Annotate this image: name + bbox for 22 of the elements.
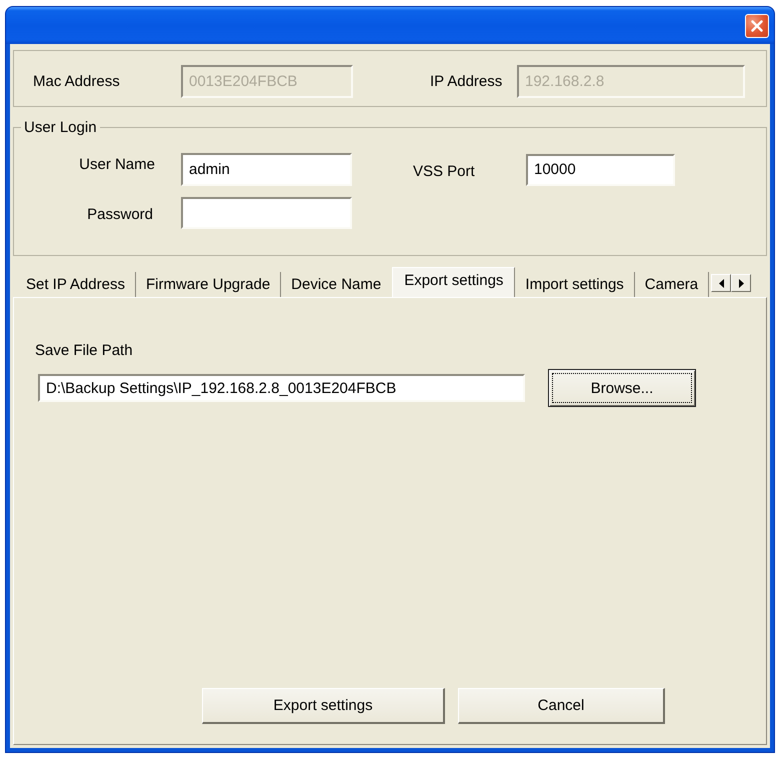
scroll-left-button[interactable] xyxy=(711,274,732,292)
left-triangle-icon xyxy=(718,278,724,288)
field-label: Save File Path xyxy=(35,342,133,360)
dialog-button[interactable]: Cancel xyxy=(458,688,665,724)
dialog-button[interactable]: Export settings xyxy=(202,688,445,724)
scroll-right-button[interactable] xyxy=(731,274,752,292)
close-button[interactable] xyxy=(745,14,769,38)
tab[interactable]: Device Name xyxy=(281,272,392,297)
text-field[interactable]: 10000 xyxy=(526,154,675,186)
browse-button[interactable]: Browse... xyxy=(548,369,696,407)
group-title: User Login xyxy=(23,119,98,136)
tab[interactable]: Export settings xyxy=(392,267,516,297)
close-icon xyxy=(751,20,763,32)
text-field[interactable]: D:\Backup Settings\IP_192.168.2.8_0013E204FBCB xyxy=(38,374,525,402)
right-triangle-icon xyxy=(738,278,744,288)
field-label: VSS Port xyxy=(413,163,475,180)
text-field[interactable] xyxy=(181,197,352,229)
field-label: Mac Address xyxy=(33,73,120,90)
field-label: Password xyxy=(87,206,153,222)
text-field[interactable]: admin xyxy=(181,153,352,186)
field-label: User Name xyxy=(79,156,155,173)
field-label: IP Address xyxy=(430,73,502,90)
